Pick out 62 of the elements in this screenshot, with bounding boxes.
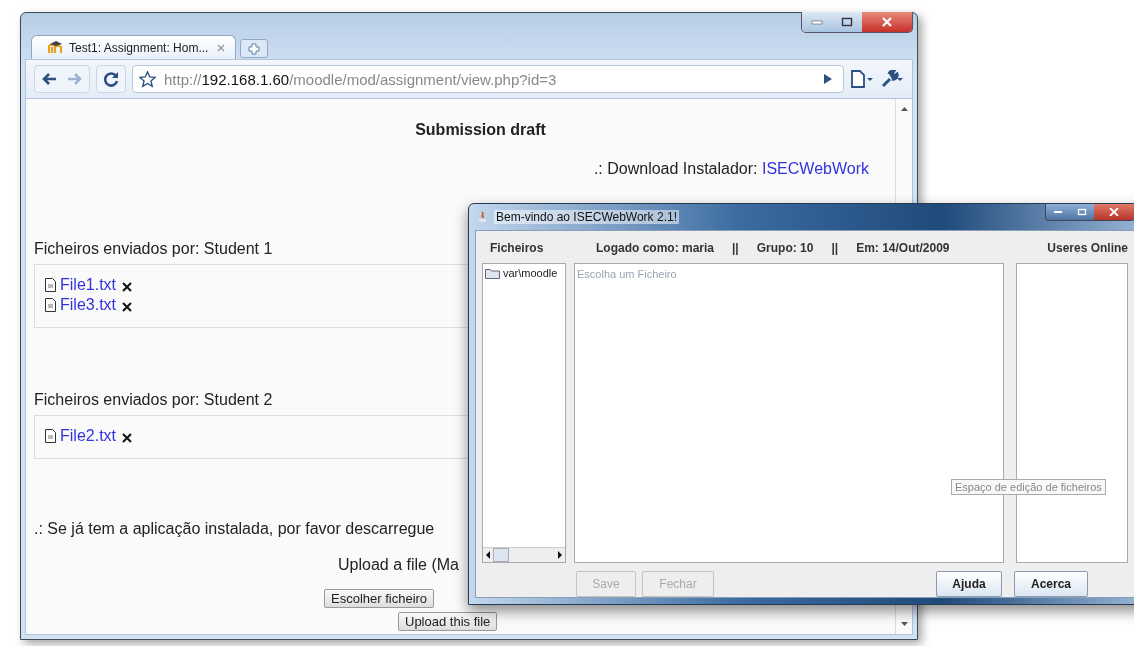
download-link[interactable]: ISECWebWork — [762, 160, 869, 177]
maximize-button[interactable] — [1070, 204, 1094, 220]
scroll-up-icon[interactable] — [900, 107, 908, 111]
minimize-button[interactable] — [1046, 204, 1070, 220]
choose-file-button[interactable]: Escolher ficheiro — [324, 589, 435, 608]
folder-icon — [485, 267, 500, 279]
close-button[interactable] — [1094, 204, 1134, 220]
text-file-icon — [45, 278, 56, 292]
url-text: http://192.168.1.60/moodle/mod/assignment/view.php?id=3 — [164, 70, 558, 88]
plus-icon — [248, 42, 260, 55]
star-icon[interactable] — [139, 70, 156, 88]
minimize-icon — [811, 19, 823, 25]
status-text: Logado como: maria — [596, 241, 714, 255]
download-label: .: Download Instalador: — [593, 160, 758, 177]
text-file-icon — [45, 298, 56, 312]
go-icon[interactable] — [823, 73, 833, 85]
install-note: .: Se já tem a aplicação instalada, por favor descarregue — [34, 519, 436, 539]
file-link[interactable]: File1.txt — [60, 275, 116, 295]
upload-label: Upload a file (Ma — [338, 555, 460, 575]
editor-placeholder: Escolha um Ficheiro — [577, 268, 677, 280]
close-button[interactable] — [862, 12, 912, 32]
delete-icon[interactable] — [122, 302, 132, 312]
submission-label: Ficheiros enviados por: Student 2 — [34, 390, 273, 410]
maximize-icon — [1077, 208, 1087, 216]
page-menu-icon[interactable] — [850, 70, 874, 88]
tree-item[interactable]: var\moodle — [503, 267, 558, 279]
scroll-down-icon[interactable] — [900, 622, 908, 626]
maximize-icon — [841, 17, 853, 27]
submission-label: Ficheiros enviados por: Student 1 — [34, 239, 273, 259]
reload-icon[interactable] — [103, 71, 119, 87]
minimize-icon — [1053, 210, 1063, 214]
delete-icon[interactable] — [122, 282, 132, 292]
close-icon — [1109, 208, 1119, 216]
scroll-thumb[interactable] — [493, 548, 509, 562]
close-icon[interactable] — [217, 43, 225, 52]
app-button[interactable]: Acerca — [1014, 571, 1088, 597]
browser-tab[interactable]: Test1: Assignment: Hom... — [31, 35, 236, 59]
new-tab-button[interactable] — [240, 39, 268, 58]
status-text: || — [732, 241, 739, 255]
status-text: Grupo: 10 — [756, 241, 814, 255]
status-text: Em: 14/Out/2009 — [856, 241, 950, 255]
window-title: Bem-vindo ao ISECWebWork 2.1! — [494, 210, 679, 224]
delete-icon[interactable] — [122, 433, 132, 443]
status-text: || — [831, 241, 839, 255]
file-link[interactable]: File3.txt — [60, 295, 116, 315]
scroll-right-icon[interactable] — [555, 548, 565, 562]
close-icon — [881, 17, 893, 27]
users-header: Useres Online — [1046, 241, 1129, 255]
back-icon[interactable] — [41, 72, 57, 86]
file-link[interactable]: File2.txt — [60, 426, 116, 446]
java-icon — [477, 211, 489, 223]
wrench-menu-icon[interactable] — [880, 70, 904, 88]
upload-button[interactable]: Upload this file — [398, 612, 498, 631]
text-file-icon — [45, 429, 56, 443]
page-heading: Submission draft — [414, 120, 547, 140]
tab-title: Test1: Assignment: Hom... — [69, 40, 210, 55]
address-bar[interactable]: http://192.168.1.60/moodle/mod/assignment/view.php?id=3 — [132, 65, 844, 93]
app-button[interactable]: Ajuda — [936, 571, 1002, 597]
scrollbar[interactable] — [483, 547, 565, 562]
files-header: Ficheiros — [489, 241, 545, 255]
maximize-button[interactable] — [832, 12, 862, 32]
tooltip: Espaço de edição de ficheiros — [951, 479, 1106, 495]
